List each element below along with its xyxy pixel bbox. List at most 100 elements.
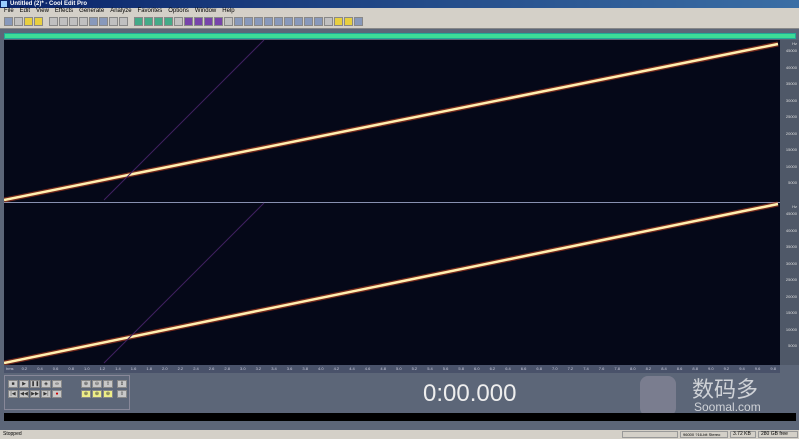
axis-label: 25000 xyxy=(785,277,797,282)
toolbar-button[interactable] xyxy=(344,17,353,26)
menu-window[interactable]: Window xyxy=(195,8,216,15)
toolbar-button[interactable] xyxy=(174,17,183,26)
toolbar-button[interactable] xyxy=(99,17,108,26)
watermark-logo-icon xyxy=(640,376,676,416)
zoom-selection-icon[interactable]: ⊕ xyxy=(103,390,113,398)
ruler-label: 4.4 xyxy=(349,366,355,371)
zoom-vertical-icon[interactable]: ⇕ xyxy=(117,380,127,388)
ruler-label: 9.2 xyxy=(723,366,730,371)
toolbar-button[interactable] xyxy=(144,17,153,26)
axis-label: 45000 xyxy=(785,211,797,216)
axis-label: 45000 xyxy=(785,48,797,53)
menu-file[interactable]: File xyxy=(4,8,14,15)
pause-button[interactable]: ❚❚ xyxy=(30,380,40,388)
go-end-button[interactable]: ▶| xyxy=(41,390,51,398)
toolbar-button[interactable] xyxy=(184,17,193,26)
ruler-label: 0.8 xyxy=(68,366,74,371)
toolbar-button[interactable] xyxy=(14,17,23,26)
zoom-out-icon[interactable]: ⊖ xyxy=(92,380,102,388)
toolbar-button[interactable] xyxy=(244,17,253,26)
toolbar-button[interactable] xyxy=(234,17,243,26)
ruler-label: 1.0 xyxy=(84,366,90,371)
menu-options[interactable]: Options xyxy=(168,8,189,15)
ruler-label: 6.6 xyxy=(520,366,527,371)
toolbar-button[interactable] xyxy=(69,17,78,26)
ruler-label: 7.2 xyxy=(567,366,574,371)
toolbar-button[interactable] xyxy=(204,17,213,26)
toolbar-button[interactable] xyxy=(109,17,118,26)
toolbar-button[interactable] xyxy=(79,17,88,26)
ruler-label: 4.0 xyxy=(318,366,324,371)
menu-generate[interactable]: Generate xyxy=(79,8,104,15)
ruler-label: 8.0 xyxy=(630,366,636,371)
toolbar-button[interactable] xyxy=(4,17,13,26)
ruler-label: 9.6 xyxy=(754,366,761,371)
menu-effects[interactable]: Effects xyxy=(55,8,73,15)
ruler-label: 7.0 xyxy=(552,366,558,371)
axis-label: 20000 xyxy=(785,130,797,136)
spectrogram-view[interactable] xyxy=(3,39,780,366)
play-button[interactable]: ▶ xyxy=(19,380,29,388)
frequency-axis: Hz 45000 40000 35000 30000 25000 20000 15000 100… xyxy=(780,40,799,365)
toolbar-button[interactable] xyxy=(154,17,163,26)
zoom-full-icon[interactable]: ⇧ xyxy=(103,380,113,388)
toolbar-button[interactable] xyxy=(304,17,313,26)
toolbar-button[interactable] xyxy=(119,17,128,26)
zoom-right-icon[interactable]: ⊕ xyxy=(92,390,102,398)
zoom-in-icon[interactable]: ⊕ xyxy=(81,380,91,388)
toolbar-button[interactable] xyxy=(324,17,333,26)
transport-controls: ■ ▶ ❚❚ ◈ ∞ |◀ ◀◀ ▶▶ ▶| ● ⊕ ⊖ ⇧ ⇕ ⊕ ⊕ ⊕ ⇳ xyxy=(4,375,130,410)
toolbar-button[interactable] xyxy=(254,17,263,26)
ruler-label: 1.2 xyxy=(99,366,106,371)
zoom-left-icon[interactable]: ⊕ xyxy=(81,390,91,398)
toolbar-button[interactable] xyxy=(59,17,68,26)
menu-bar: File Edit View Effects Generate Analyze … xyxy=(0,8,799,15)
menu-help[interactable]: Help xyxy=(222,8,234,15)
toolbar-button[interactable] xyxy=(164,17,173,26)
level-meter xyxy=(4,413,796,421)
toolbar-button[interactable] xyxy=(214,17,223,26)
axis-label: 40000 xyxy=(785,227,797,233)
toolbar-button[interactable] xyxy=(294,17,303,26)
title-bar: Untitled (2)* - Cool Edit Pro xyxy=(0,0,799,8)
axis-label: 30000 xyxy=(785,260,797,266)
toolbar-button[interactable] xyxy=(224,17,233,26)
toolbar-button[interactable] xyxy=(314,17,323,26)
toolbar-button[interactable] xyxy=(194,17,203,26)
axis-label: 30000 xyxy=(785,97,797,103)
go-start-button[interactable]: |◀ xyxy=(8,390,18,398)
ruler-label: 9.8 xyxy=(770,366,776,371)
menu-favorites[interactable]: Favorites xyxy=(138,8,163,15)
toolbar-button[interactable] xyxy=(134,17,143,26)
toolbar-button[interactable] xyxy=(354,17,363,26)
ruler-label: 3.8 xyxy=(302,366,308,371)
toolbar-button[interactable] xyxy=(284,17,293,26)
menu-edit[interactable]: Edit xyxy=(20,8,30,15)
stop-button[interactable]: ■ xyxy=(8,380,18,388)
toolbar-button[interactable] xyxy=(34,17,43,26)
forward-button[interactable]: ▶▶ xyxy=(30,390,40,398)
status-bar: Stopped 96000 ?16-bit Stereo 3.72 KB 280… xyxy=(0,430,799,439)
loop-button[interactable]: ∞ xyxy=(52,380,62,388)
rewind-button[interactable]: ◀◀ xyxy=(19,390,29,398)
toolbar-button[interactable] xyxy=(274,17,283,26)
axis-label: 15000 xyxy=(785,147,797,152)
toolbar-button[interactable] xyxy=(264,17,273,26)
record-button[interactable]: ● xyxy=(52,390,62,398)
ruler-label: 2.4 xyxy=(193,366,199,371)
ruler-label: 5.4 xyxy=(427,366,433,371)
toolbar-button[interactable] xyxy=(49,17,58,26)
axis-label: 20000 xyxy=(785,293,797,299)
menu-analyze[interactable]: Analyze xyxy=(110,8,131,15)
waveform-overview[interactable] xyxy=(4,33,796,39)
menu-view[interactable]: View xyxy=(36,8,49,15)
play-to-end-button[interactable]: ◈ xyxy=(41,380,51,388)
toolbar-button[interactable] xyxy=(334,17,343,26)
ruler-label: 2.8 xyxy=(224,366,230,371)
zoom-out-vertical-icon[interactable]: ⇳ xyxy=(117,390,127,398)
toolbar-button[interactable] xyxy=(89,17,98,26)
toolbar xyxy=(0,15,799,29)
toolbar-button[interactable] xyxy=(24,17,33,26)
axis-label: 40000 xyxy=(785,64,797,70)
ruler-label: 8.8 xyxy=(692,366,698,371)
